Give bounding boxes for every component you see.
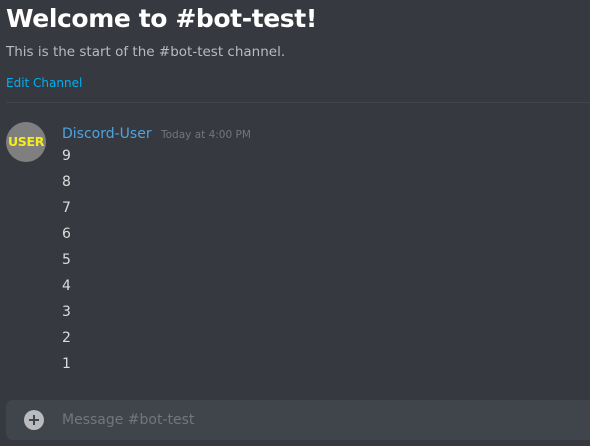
- message-composer: [6, 400, 590, 440]
- message-line: 7: [62, 200, 71, 216]
- plus-vertical-stroke: [33, 415, 35, 425]
- channel-welcome-title: Welcome to #bot-test!: [6, 4, 317, 33]
- message-line: 5: [62, 252, 71, 268]
- avatar[interactable]: USER: [6, 122, 46, 162]
- avatar-label: USER: [7, 134, 45, 149]
- message-lines: 9 8 7 6 5 4 3 2 1: [62, 147, 71, 381]
- edit-channel-link[interactable]: Edit Channel: [6, 75, 82, 91]
- message-line: 9: [62, 148, 71, 164]
- message-line: 8: [62, 174, 71, 190]
- channel-welcome-subtitle: This is the start of the #bot-test chann…: [6, 44, 286, 60]
- message-line: 3: [62, 304, 71, 320]
- message-line: 1: [62, 356, 71, 372]
- message-line: 2: [62, 330, 71, 346]
- message-line: 4: [62, 278, 71, 294]
- message-input[interactable]: [62, 410, 562, 430]
- plus-circle-icon[interactable]: [24, 410, 44, 430]
- message-username[interactable]: Discord-User: [62, 125, 152, 143]
- message-timestamp: Today at 4:00 PM: [161, 129, 251, 141]
- message-line: 6: [62, 226, 71, 242]
- divider: [6, 102, 590, 103]
